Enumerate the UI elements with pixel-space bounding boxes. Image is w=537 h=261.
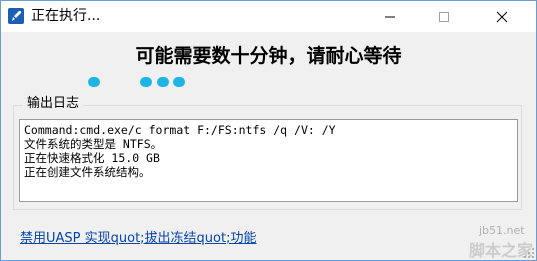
progress-dot: [88, 77, 100, 87]
dialog-window: 正在执行... 可能需要数十分钟，请耐心等待 输出日志 Command:cmd.…: [0, 0, 537, 261]
log-line: 正在创建文件系统结构。: [24, 165, 151, 179]
wait-message: 可能需要数十分钟，请耐心等待: [135, 45, 402, 67]
progress-dot: [157, 77, 169, 87]
watermark-url: jb51.net: [479, 224, 525, 237]
resize-grip-icon[interactable]: [523, 247, 535, 259]
progress-dot: [173, 77, 185, 87]
output-log-textbox[interactable]: Command:cmd.exe/c format F:/FS:ntfs /q /…: [19, 119, 518, 202]
title-bar[interactable]: 正在执行...: [1, 1, 536, 32]
output-log-label: 输出日志: [23, 96, 84, 112]
log-line: 正在快速格式化 15.0 GB: [24, 151, 160, 165]
progress-dot: [140, 77, 152, 87]
close-button[interactable]: [479, 1, 525, 32]
maximize-icon: [439, 12, 449, 22]
maximize-button[interactable]: [421, 1, 467, 32]
close-icon: [496, 11, 508, 23]
rocket-icon: [8, 8, 24, 24]
disable-uasp-link[interactable]: 禁用UASP 实现quot;拔出冻结quot;功能: [20, 231, 256, 247]
minimize-button[interactable]: [367, 1, 413, 32]
log-line: 文件系统的类型是 NTFS。: [24, 137, 163, 151]
log-line: Command:cmd.exe/c format F:/FS:ntfs /q /…: [24, 123, 336, 137]
window-title: 正在执行...: [31, 8, 101, 24]
minimize-icon: [385, 16, 395, 18]
